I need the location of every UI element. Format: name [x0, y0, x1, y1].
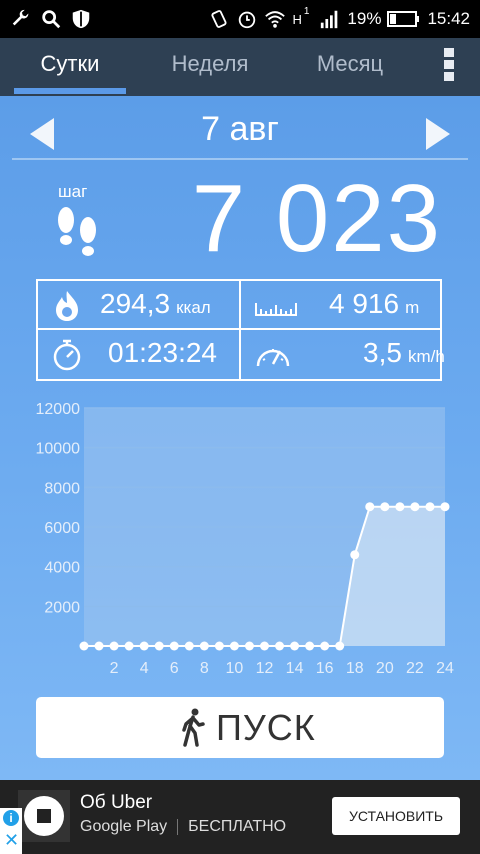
step-count: 7 023: [191, 165, 442, 272]
speed-unit: km/h: [407, 347, 445, 366]
status-bar: H 1 19% 15:42: [0, 0, 480, 38]
search-icon: [42, 10, 61, 29]
data-point: [184, 641, 194, 651]
ruler-icon: [255, 303, 297, 316]
data-point: [79, 641, 89, 651]
calories-value: 294,3: [100, 288, 171, 319]
data-point: [244, 641, 254, 651]
data-point: [169, 641, 179, 651]
start-button-label: ПУСК: [216, 707, 316, 748]
wrench-icon: [12, 9, 29, 26]
data-point: [335, 641, 345, 651]
footprints-icon: [58, 207, 96, 256]
x-tick-label: 22: [406, 660, 424, 677]
current-date: 7 авг: [201, 110, 279, 148]
signal-icon: [321, 10, 338, 29]
ad-title: Об Uber: [80, 792, 153, 813]
divider: [12, 158, 468, 160]
data-point: [139, 641, 149, 651]
data-point: [260, 641, 269, 651]
x-tick-label: 14: [286, 660, 304, 677]
x-tick-label: 12: [256, 660, 274, 677]
info-icon[interactable]: i: [3, 810, 19, 826]
hourly-steps-chart: 200040006000800010000120002 4 6 8 10 12 14 16 18…: [36, 401, 455, 677]
data-point: [305, 641, 315, 651]
distance-unit: m: [405, 298, 420, 317]
speed-cell: 3,5 km/h: [241, 330, 445, 377]
data-point: [154, 641, 164, 651]
install-button[interactable]: УСТАНОВИТЬ: [332, 797, 460, 835]
x-tick-label: 8: [200, 660, 209, 677]
distance-cell: 4 916 m: [241, 281, 440, 328]
overflow-menu-icon[interactable]: [444, 48, 456, 84]
uber-logo-icon: [24, 796, 64, 836]
ad-choices-badge[interactable]: i ✕: [0, 808, 22, 854]
battery-percent: 19%: [347, 9, 382, 28]
ad-subtitle: Google Play БЕСПЛАТНО: [80, 818, 286, 836]
x-tick-label: 6: [170, 660, 179, 677]
data-point: [440, 502, 450, 512]
tab-week[interactable]: Неделя: [148, 38, 272, 96]
start-button[interactable]: ПУСК: [36, 697, 444, 758]
y-tick-label: 4000: [44, 560, 80, 577]
battery-icon: [387, 11, 420, 27]
data-point: [320, 641, 330, 651]
y-tick-label: 8000: [44, 480, 80, 497]
tab-month[interactable]: Месяц: [290, 38, 410, 96]
network-type: H: [292, 11, 302, 27]
ad-store: Google Play: [80, 818, 168, 835]
x-tick-label: 4: [140, 660, 149, 677]
ad-app-icon[interactable]: [18, 790, 70, 842]
data-point: [94, 641, 104, 651]
clock: 15:42: [427, 9, 470, 28]
x-tick-label: 18: [346, 660, 364, 677]
data-point: [290, 641, 300, 651]
distance-value: 4 916: [329, 288, 400, 319]
data-point: [275, 641, 285, 651]
main-panel: 7 авг шаг 7 023 294,3 ккал 4 916 m 01:23…: [0, 96, 480, 780]
vibrate-icon: [211, 10, 228, 28]
data-point: [365, 502, 375, 512]
sim-number: 1: [303, 5, 310, 17]
data-point: [350, 550, 360, 560]
shield-icon: [72, 9, 90, 29]
duration-cell: 01:23:24: [38, 330, 239, 377]
duration-value: 01:23:24: [108, 337, 217, 368]
x-tick-label: 20: [376, 660, 394, 677]
x-tick-label: 10: [226, 660, 244, 677]
x-tick-label: 24: [436, 660, 454, 677]
ad-price: БЕСПЛАТНО: [188, 818, 287, 835]
wifi-icon: [265, 11, 286, 28]
data-point: [199, 641, 209, 651]
stopwatch-icon: [53, 339, 81, 371]
alarm-icon: [239, 11, 256, 29]
y-tick-label: 6000: [44, 520, 80, 537]
date-navigator: 7 авг: [0, 104, 480, 156]
active-tab-indicator: [14, 88, 126, 94]
y-tick-label: 2000: [44, 599, 80, 616]
flame-icon: [56, 291, 78, 321]
x-tick-label: 2: [110, 660, 119, 677]
x-tick-label: 16: [316, 660, 334, 677]
y-tick-label: 10000: [36, 441, 81, 458]
steps-label: шаг: [58, 182, 88, 201]
calories-unit: ккал: [176, 298, 211, 317]
data-point: [109, 641, 119, 651]
y-tick-label: 12000: [36, 401, 81, 418]
ad-banner[interactable]: Об Uber Google Play БЕСПЛАТНО УСТАНОВИТЬ …: [0, 780, 480, 854]
calories-cell: 294,3 ккал: [38, 281, 239, 328]
walking-person-icon: [182, 708, 205, 747]
data-point: [410, 502, 420, 512]
stats-grid: 294,3 ккал 4 916 m 01:23:24 3,5 km/h: [36, 279, 445, 381]
data-point: [380, 502, 390, 512]
data-point: [395, 502, 405, 512]
next-day-arrow-icon[interactable]: [426, 118, 450, 150]
data-point: [124, 641, 134, 651]
speed-value: 3,5: [363, 337, 402, 368]
close-icon[interactable]: ✕: [4, 830, 19, 850]
data-point: [425, 502, 435, 512]
speedometer-icon: [256, 349, 290, 367]
data-point: [229, 641, 239, 651]
data-point: [214, 641, 224, 651]
